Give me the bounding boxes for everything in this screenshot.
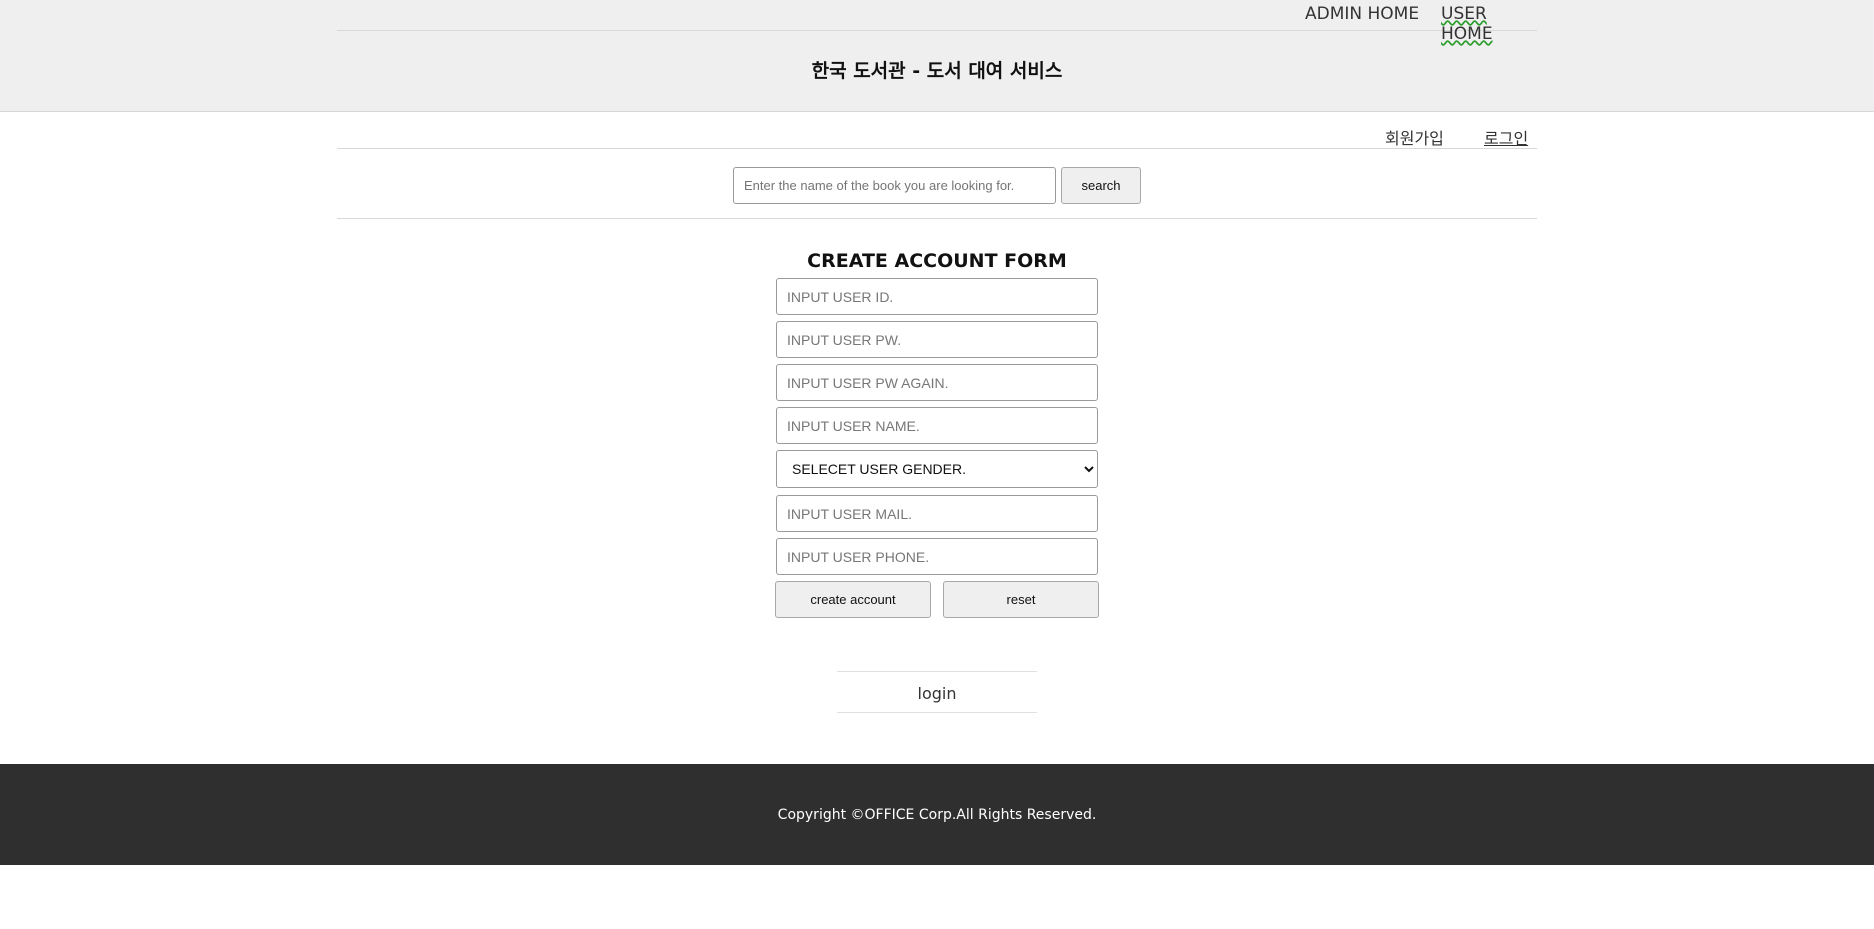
login-link[interactable]: login xyxy=(918,684,957,703)
header: ADMIN HOME USER HOME 한국 도서관 - 도서 대여 서비스 xyxy=(0,0,1874,112)
admin-home-link[interactable]: ADMIN HOME xyxy=(1305,4,1419,24)
search-button[interactable]: search xyxy=(1061,167,1141,204)
user-pw-again-input[interactable] xyxy=(776,364,1098,401)
top-nav: ADMIN HOME USER HOME xyxy=(337,0,1537,44)
signup-link[interactable]: 회원가입 xyxy=(1385,125,1444,149)
user-phone-input[interactable] xyxy=(776,538,1098,575)
user-home-link[interactable]: USER HOME xyxy=(1441,4,1537,44)
reset-button[interactable]: reset xyxy=(943,581,1099,618)
copyright-text: Copyright ©OFFICE Corp.All Rights Reserv… xyxy=(777,807,1097,823)
user-id-input[interactable] xyxy=(776,278,1098,315)
auth-bar: 회원가입 로그인 xyxy=(337,112,1537,149)
login-top-link[interactable]: 로그인 xyxy=(1484,125,1528,149)
user-pw-input[interactable] xyxy=(776,321,1098,358)
book-search-input[interactable] xyxy=(733,167,1056,204)
create-account-button[interactable]: create account xyxy=(775,581,931,618)
footer: Copyright ©OFFICE Corp.All Rights Reserv… xyxy=(0,764,1874,865)
form-title: CREATE ACCOUNT FORM xyxy=(807,250,1067,272)
user-mail-input[interactable] xyxy=(776,495,1098,532)
user-name-input[interactable] xyxy=(776,407,1098,444)
search-bar: search xyxy=(337,149,1537,219)
login-link-box: login xyxy=(837,671,1037,713)
site-title: 한국 도서관 - 도서 대여 서비스 xyxy=(811,60,1063,82)
gender-select[interactable]: SELECET USER GENDER. xyxy=(776,450,1098,488)
